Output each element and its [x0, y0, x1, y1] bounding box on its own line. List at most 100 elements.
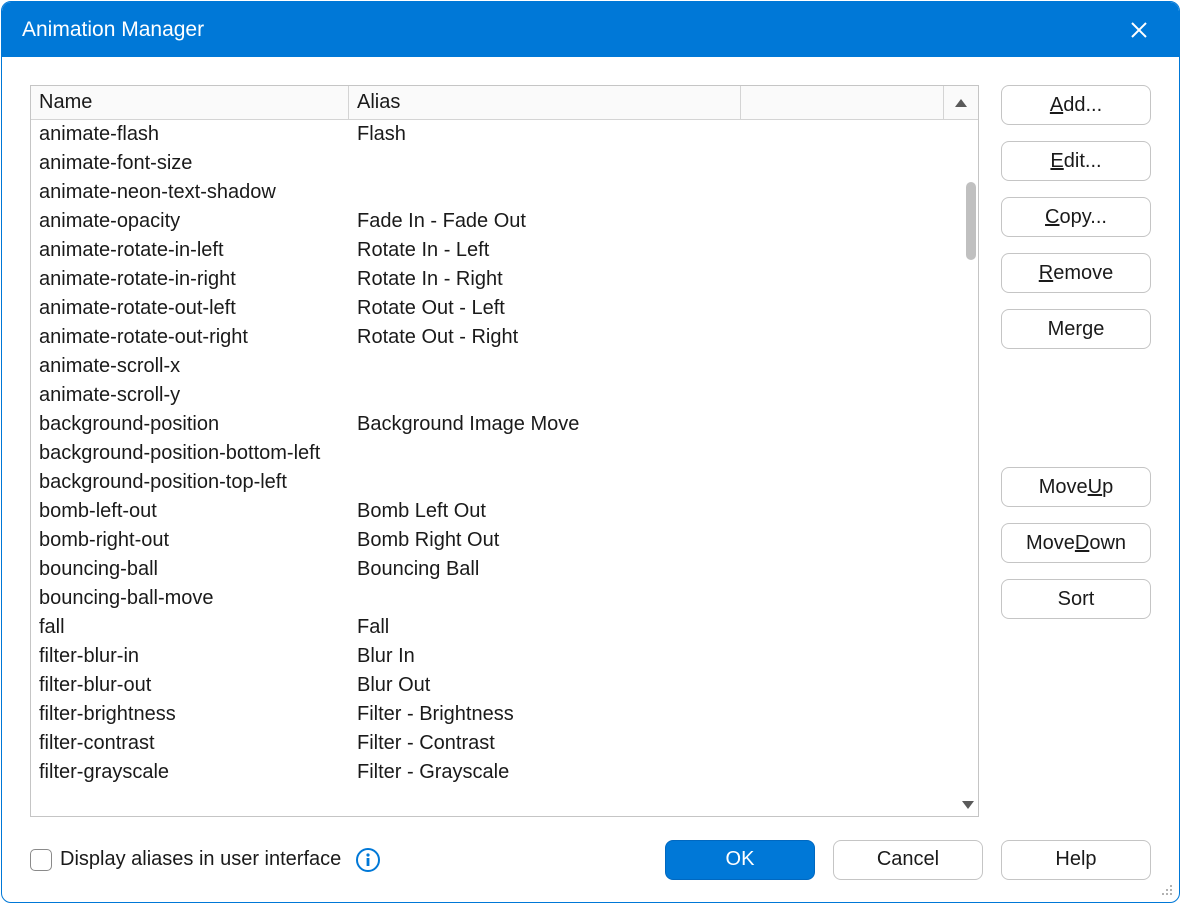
table-row[interactable]: animate-neon-text-shadow	[31, 178, 978, 207]
table-row[interactable]: filter-grayscaleFilter - Grayscale	[31, 758, 978, 787]
table-header: Name Alias	[31, 86, 978, 120]
cell-name: animate-rotate-in-right	[31, 268, 349, 291]
scroll-down-button[interactable]	[961, 798, 975, 812]
edit-button[interactable]: Edit...	[1001, 141, 1151, 181]
table-body[interactable]: animate-flashFlashanimate-font-sizeanima…	[31, 120, 978, 816]
chevron-down-icon	[961, 798, 975, 812]
table-row[interactable]: filter-blur-outBlur Out	[31, 671, 978, 700]
cell-name: filter-blur-in	[31, 645, 349, 668]
table-row[interactable]: filter-brightnessFilter - Brightness	[31, 700, 978, 729]
add-button[interactable]: Add...	[1001, 85, 1151, 125]
display-aliases-label: Display aliases in user interface	[60, 848, 341, 871]
scrollbar-thumb[interactable]	[966, 182, 976, 260]
cell-alias: Filter - Contrast	[349, 732, 978, 755]
table-row[interactable]: filter-contrastFilter - Contrast	[31, 729, 978, 758]
close-icon	[1130, 21, 1148, 39]
merge-button[interactable]: Merge	[1001, 309, 1151, 349]
table-row[interactable]: animate-scroll-x	[31, 352, 978, 381]
title-bar: Animation Manager	[2, 2, 1179, 57]
dialog-title: Animation Manager	[22, 18, 1119, 42]
cell-name: background-position-top-left	[31, 471, 349, 494]
animation-manager-dialog: Animation Manager Name Alias animate-fla…	[1, 1, 1180, 903]
dialog-footer: Display aliases in user interface OK Can…	[2, 817, 1179, 902]
cell-alias: Blur In	[349, 645, 978, 668]
movedown-button[interactable]: Move Down	[1001, 523, 1151, 563]
table-row[interactable]: animate-flashFlash	[31, 120, 978, 149]
dialog-body: Name Alias animate-flashFlashanimate-fon…	[2, 57, 1179, 817]
scroll-up-button[interactable]	[944, 86, 978, 120]
table-row[interactable]: animate-rotate-in-rightRotate In - Right	[31, 265, 978, 294]
table-body-wrap: animate-flashFlashanimate-font-sizeanima…	[31, 120, 978, 816]
sidebar-spacer	[1001, 381, 1151, 451]
display-aliases-checkbox[interactable]	[30, 849, 52, 871]
cell-alias: Rotate Out - Left	[349, 297, 978, 320]
table-row[interactable]: bouncing-ballBouncing Ball	[31, 555, 978, 584]
column-header-alias[interactable]: Alias	[349, 86, 741, 120]
cell-alias: Flash	[349, 123, 978, 146]
remove-button[interactable]: Remove	[1001, 253, 1151, 293]
cell-alias: Filter - Grayscale	[349, 761, 978, 784]
cell-name: animate-rotate-in-left	[31, 239, 349, 262]
cell-name: animate-rotate-out-left	[31, 297, 349, 320]
cell-name: fall	[31, 616, 349, 639]
table-row[interactable]: bomb-right-outBomb Right Out	[31, 526, 978, 555]
cell-alias: Bouncing Ball	[349, 558, 978, 581]
table-row[interactable]: bouncing-ball-move	[31, 584, 978, 613]
cell-alias: Fade In - Fade Out	[349, 210, 978, 233]
cell-name: filter-grayscale	[31, 761, 349, 784]
copy-button[interactable]: Copy...	[1001, 197, 1151, 237]
sidebar-buttons: Add... Edit... Copy... Remove Merge Move Up M…	[1001, 85, 1151, 817]
sort-button[interactable]: Sort	[1001, 579, 1151, 619]
cell-name: filter-blur-out	[31, 674, 349, 697]
cell-name: background-position	[31, 413, 349, 436]
cell-alias: Background Image Move	[349, 413, 978, 436]
table-row[interactable]: background-position-top-left	[31, 468, 978, 497]
cell-name: filter-contrast	[31, 732, 349, 755]
table-row[interactable]: animate-opacityFade In - Fade Out	[31, 207, 978, 236]
moveup-button[interactable]: Move Up	[1001, 467, 1151, 507]
close-button[interactable]	[1119, 10, 1159, 50]
cell-name: bouncing-ball-move	[31, 587, 349, 610]
cell-name: background-position-bottom-left	[31, 442, 349, 465]
cell-alias: Bomb Left Out	[349, 500, 978, 523]
cell-alias: Rotate In - Right	[349, 268, 978, 291]
table-row[interactable]: bomb-left-outBomb Left Out	[31, 497, 978, 526]
info-icon[interactable]	[355, 847, 381, 873]
column-header-empty[interactable]	[741, 86, 944, 120]
table-row[interactable]: animate-font-size	[31, 149, 978, 178]
cell-name: animate-scroll-y	[31, 384, 349, 407]
table-row[interactable]: filter-blur-inBlur In	[31, 642, 978, 671]
cell-name: animate-opacity	[31, 210, 349, 233]
cell-alias: Rotate Out - Right	[349, 326, 978, 349]
cell-name: animate-rotate-out-right	[31, 326, 349, 349]
cell-alias: Fall	[349, 616, 978, 639]
cell-name: animate-scroll-x	[31, 355, 349, 378]
cell-name: bomb-left-out	[31, 500, 349, 523]
cell-alias: Blur Out	[349, 674, 978, 697]
table-row[interactable]: background-position-bottom-left	[31, 439, 978, 468]
cell-alias: Rotate In - Left	[349, 239, 978, 262]
table-row[interactable]: animate-scroll-y	[31, 381, 978, 410]
table-row[interactable]: fallFall	[31, 613, 978, 642]
vertical-scrollbar[interactable]	[960, 120, 978, 816]
ok-button[interactable]: OK	[665, 840, 815, 880]
display-aliases-option: Display aliases in user interface	[30, 847, 381, 873]
table-row[interactable]: background-positionBackground Image Move	[31, 410, 978, 439]
cell-name: animate-flash	[31, 123, 349, 146]
cell-name: animate-neon-text-shadow	[31, 181, 349, 204]
cell-name: bomb-right-out	[31, 529, 349, 552]
cell-name: bouncing-ball	[31, 558, 349, 581]
cancel-button[interactable]: Cancel	[833, 840, 983, 880]
table-row[interactable]: animate-rotate-out-rightRotate Out - Rig…	[31, 323, 978, 352]
resize-grip[interactable]	[1159, 882, 1173, 896]
cell-name: filter-brightness	[31, 703, 349, 726]
table-row[interactable]: animate-rotate-out-leftRotate Out - Left	[31, 294, 978, 323]
help-button[interactable]: Help	[1001, 840, 1151, 880]
cell-alias: Filter - Brightness	[349, 703, 978, 726]
table-row[interactable]: animate-rotate-in-leftRotate In - Left	[31, 236, 978, 265]
chevron-up-icon	[954, 96, 968, 110]
cell-name: animate-font-size	[31, 152, 349, 175]
animation-table: Name Alias animate-flashFlashanimate-fon…	[30, 85, 979, 817]
cell-alias: Bomb Right Out	[349, 529, 978, 552]
column-header-name[interactable]: Name	[31, 86, 349, 120]
